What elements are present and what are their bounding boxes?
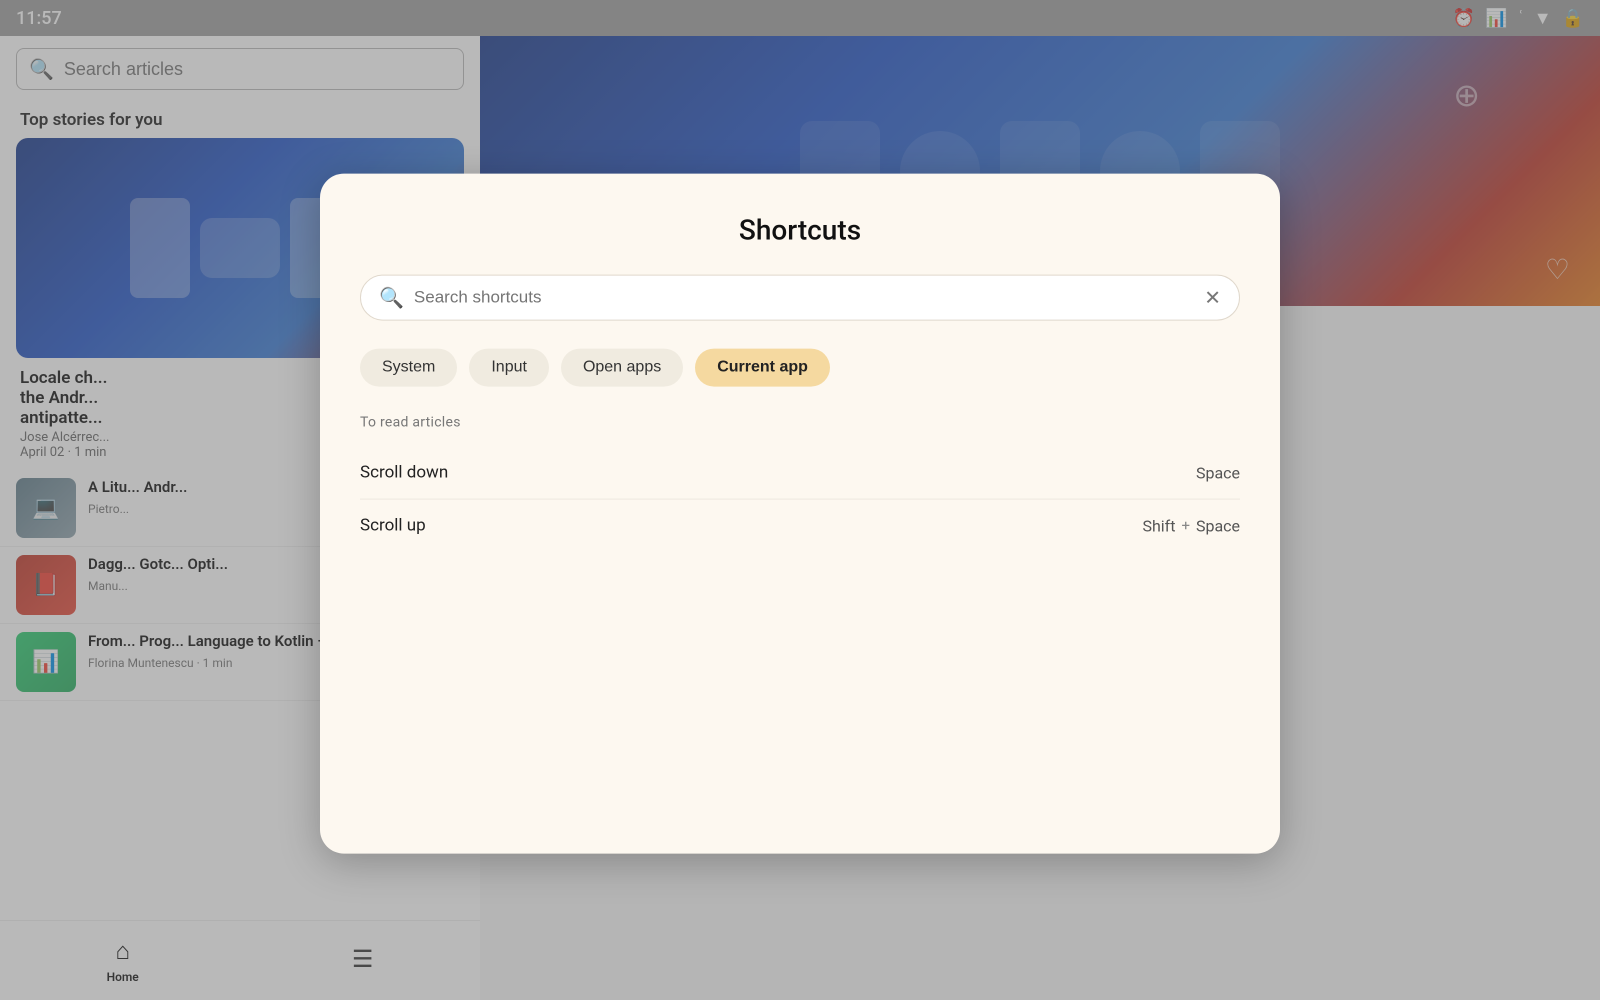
modal-search-input[interactable] xyxy=(414,288,1194,308)
key-space: Space xyxy=(1196,463,1240,482)
shortcut-keys-scroll-down: Space xyxy=(1196,463,1240,482)
key-shift: Shift xyxy=(1142,516,1175,535)
modal-search-clear-icon[interactable]: ✕ xyxy=(1204,286,1221,310)
tab-input[interactable]: Input xyxy=(469,349,549,387)
shortcut-keys-scroll-up: Shift + Space xyxy=(1142,516,1240,535)
shortcut-action-scroll-down: Scroll down xyxy=(360,463,448,483)
modal-search-icon: 🔍 xyxy=(379,286,404,310)
modal-title: Shortcuts xyxy=(360,214,1240,247)
shortcut-row-scroll-down: Scroll down Space xyxy=(360,447,1240,500)
key-space-2: Space xyxy=(1196,516,1240,535)
shortcut-row-scroll-up: Scroll up Shift + Space xyxy=(360,500,1240,552)
shortcut-action-scroll-up: Scroll up xyxy=(360,516,426,536)
tab-system[interactable]: System xyxy=(360,349,457,387)
section-header-read: To read articles xyxy=(360,415,1240,431)
modal-search-bar[interactable]: 🔍 ✕ xyxy=(360,275,1240,321)
category-tabs: System Input Open apps Current app xyxy=(360,349,1240,387)
tab-open-apps[interactable]: Open apps xyxy=(561,349,683,387)
key-plus-sign: + xyxy=(1181,517,1190,535)
tab-current-app[interactable]: Current app xyxy=(695,349,830,387)
shortcuts-modal: Shortcuts 🔍 ✕ System Input Open apps Cur… xyxy=(320,174,1280,854)
